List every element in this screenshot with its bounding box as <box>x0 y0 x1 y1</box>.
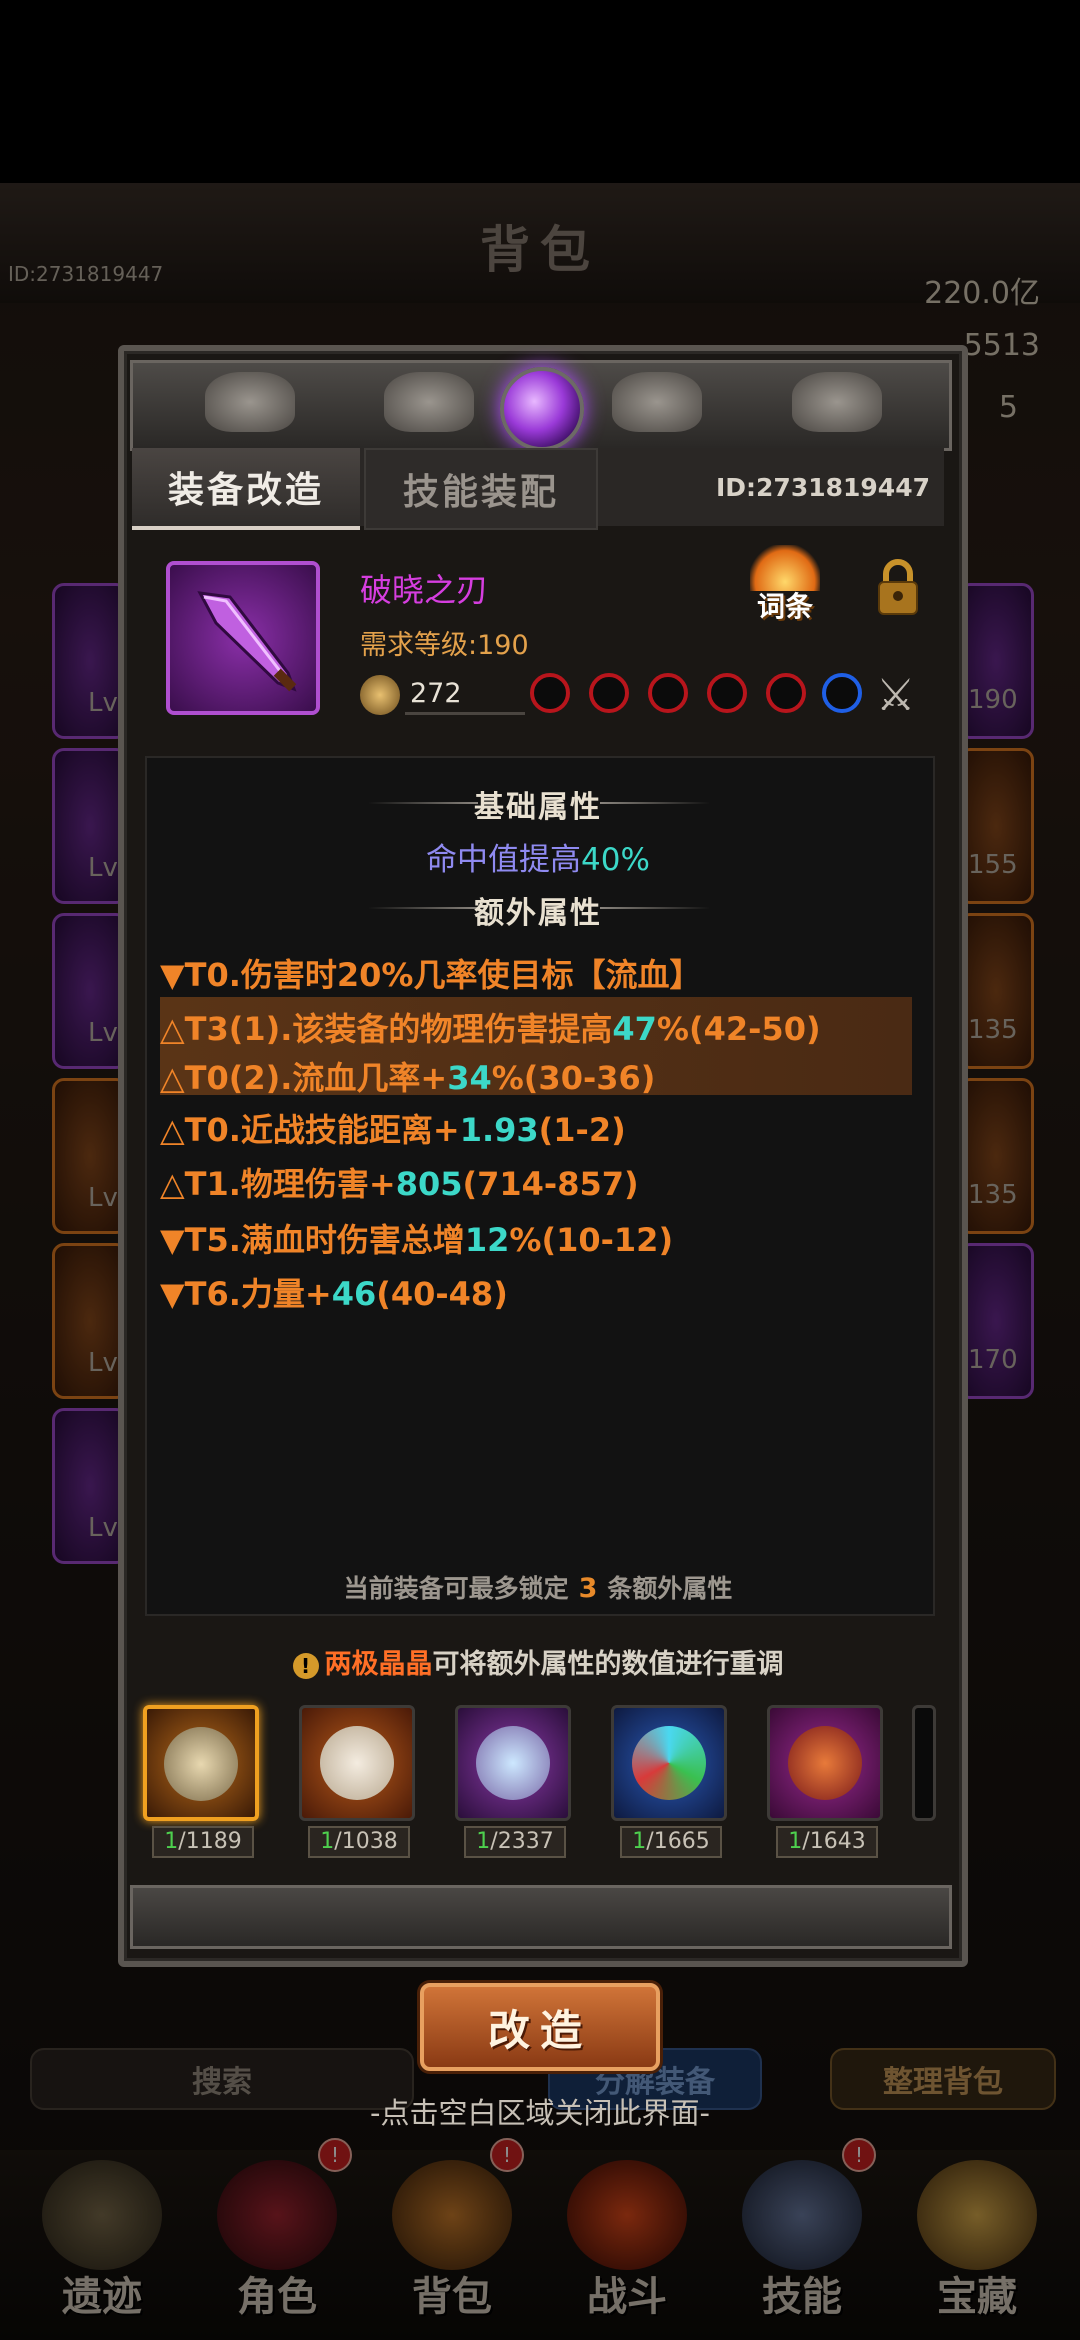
socket-red[interactable] <box>766 673 806 713</box>
crossed-swords-icon[interactable]: ⚔ <box>876 670 915 721</box>
material-count: 1/2337 <box>464 1826 566 1858</box>
stat-value: 1.93 <box>459 1111 539 1149</box>
lock-count: 3 <box>578 1573 598 1604</box>
total-count: /1643 <box>802 1829 866 1854</box>
base-attr-text: 命中值提高 <box>426 842 582 878</box>
stat-text: ▼T0.伤害时20%几率使目标【流血】 <box>160 956 702 994</box>
stat-value: 805 <box>395 1165 463 1203</box>
material-count: 1/1038 <box>308 1826 410 1858</box>
stat-range: %(10-12) <box>509 1221 674 1259</box>
skull-ornament-icon <box>205 372 295 432</box>
lock-info-text: 条额外属性 <box>607 1574 733 1603</box>
socket-red[interactable] <box>589 673 629 713</box>
socket-red[interactable] <box>707 673 747 713</box>
material-count: 1/1643 <box>776 1826 878 1858</box>
lock-info-text: 当前装备可最多锁定 <box>343 1574 569 1603</box>
material-slot-partial[interactable] <box>912 1705 936 1821</box>
have-count: 1 <box>164 1829 179 1854</box>
material-slot[interactable] <box>455 1705 571 1821</box>
extra-stat[interactable]: △T1.物理伤害+805(714-857) <box>160 1159 639 1205</box>
skull-ornament-icon <box>612 372 702 432</box>
item-name: 破晓之刃 <box>360 571 489 609</box>
stat-value: 34 <box>447 1059 492 1097</box>
skull-ornament-icon <box>792 372 882 432</box>
prism-ore-icon <box>632 1726 706 1800</box>
tab-equipment-reforge[interactable]: 装备改造 <box>132 448 360 530</box>
have-count: 1 <box>788 1829 803 1854</box>
extra-stat[interactable]: ▼T5.满血时伤害总增12%(10-12) <box>160 1215 673 1261</box>
entry-button[interactable]: 词条 <box>745 585 825 625</box>
stat-range: %(42-50) <box>656 1010 821 1048</box>
total-count: /1665 <box>646 1829 710 1854</box>
modal-player-id: ID:2731819447 <box>715 472 930 502</box>
lock-icon[interactable] <box>876 558 920 616</box>
material-slot[interactable] <box>767 1705 883 1821</box>
base-attr-heading: 基础属性 <box>474 790 602 825</box>
close-hint: -点击空白区域关闭此界面- <box>370 2096 710 2130</box>
stat-text: ▼T6.力量+ <box>160 1275 332 1313</box>
tab-skill-equip[interactable]: 技能装配 <box>364 448 598 530</box>
material-slot[interactable] <box>143 1705 259 1821</box>
base-attr-value: 40% <box>581 842 650 878</box>
item-requirement: 需求等级:190 <box>360 630 529 661</box>
bottom-ornament <box>130 1885 952 1949</box>
total-count: /1189 <box>178 1829 242 1854</box>
stat-value: 46 <box>331 1275 377 1313</box>
material-count: 1/1189 <box>152 1826 254 1858</box>
purple-blade-icon <box>197 591 297 692</box>
purple-gem-icon <box>500 367 584 451</box>
reforge-button[interactable]: 改造 <box>420 1983 660 2071</box>
stat-text: △T0.近战技能距离+ <box>160 1111 460 1149</box>
stat-value: 47 <box>612 1010 657 1048</box>
stat-text: △T3(1).该装备的物理伤害提高 <box>160 1010 613 1048</box>
socket-red[interactable] <box>530 673 570 713</box>
material-count: 1/1665 <box>620 1826 722 1858</box>
stat-range: %(30-36) <box>491 1059 656 1097</box>
stat-text: △T1.物理伤害+ <box>160 1165 396 1203</box>
exclamation-icon: ! <box>292 1652 319 1679</box>
lock-info: 当前装备可最多锁定 3 条额外属性 <box>145 1569 931 1605</box>
stat-text: △T0(2).流血几率+ <box>160 1059 448 1097</box>
socket-blue[interactable] <box>822 673 862 713</box>
total-count: /2337 <box>490 1829 554 1854</box>
stat-range: (1-2) <box>538 1111 626 1149</box>
extra-stat[interactable]: △T0.近战技能距离+1.93(1-2) <box>160 1105 626 1151</box>
crystal-hint-text: 可将额外属性的数值进行重调 <box>432 1649 784 1680</box>
stat-range: (714-857) <box>462 1165 639 1203</box>
item-icon[interactable] <box>166 561 320 715</box>
crystal-cluster-icon <box>476 1726 550 1800</box>
skull-ornament-icon <box>384 372 474 432</box>
item-power: 272 <box>410 678 462 709</box>
extra-stat[interactable]: △T3(1).该装备的物理伤害提高47%(42-50) <box>160 1004 821 1050</box>
crystal-name: 两极晶晶 <box>324 1649 433 1680</box>
red-ore-icon <box>788 1726 862 1800</box>
extra-stat[interactable]: ▼T6.力量+46(40-48) <box>160 1269 508 1315</box>
yin-yang-orb-icon <box>164 1727 238 1801</box>
power-underline <box>405 712 525 715</box>
stat-text: ▼T5.满血时伤害总增 <box>160 1221 465 1259</box>
have-count: 1 <box>632 1829 647 1854</box>
material-slot[interactable] <box>611 1705 727 1821</box>
base-attr-line: 命中值提高40% <box>145 834 931 879</box>
power-badge-icon <box>360 675 400 715</box>
stat-range: (40-48) <box>376 1275 508 1313</box>
material-slot[interactable] <box>299 1705 415 1821</box>
have-count: 1 <box>320 1829 335 1854</box>
twin-masks-icon <box>320 1726 394 1800</box>
extra-stat[interactable]: △T0(2).流血几率+34%(30-36) <box>160 1053 655 1099</box>
extra-attr-heading: 额外属性 <box>474 896 602 931</box>
crystal-hint: ! 两极晶晶可将额外属性的数值进行重调 <box>145 1642 931 1681</box>
socket-red[interactable] <box>648 673 688 713</box>
total-count: /1038 <box>334 1829 398 1854</box>
extra-stat[interactable]: ▼T0.伤害时20%几率使目标【流血】 <box>160 950 701 996</box>
have-count: 1 <box>476 1829 491 1854</box>
stat-value: 12 <box>464 1221 510 1259</box>
